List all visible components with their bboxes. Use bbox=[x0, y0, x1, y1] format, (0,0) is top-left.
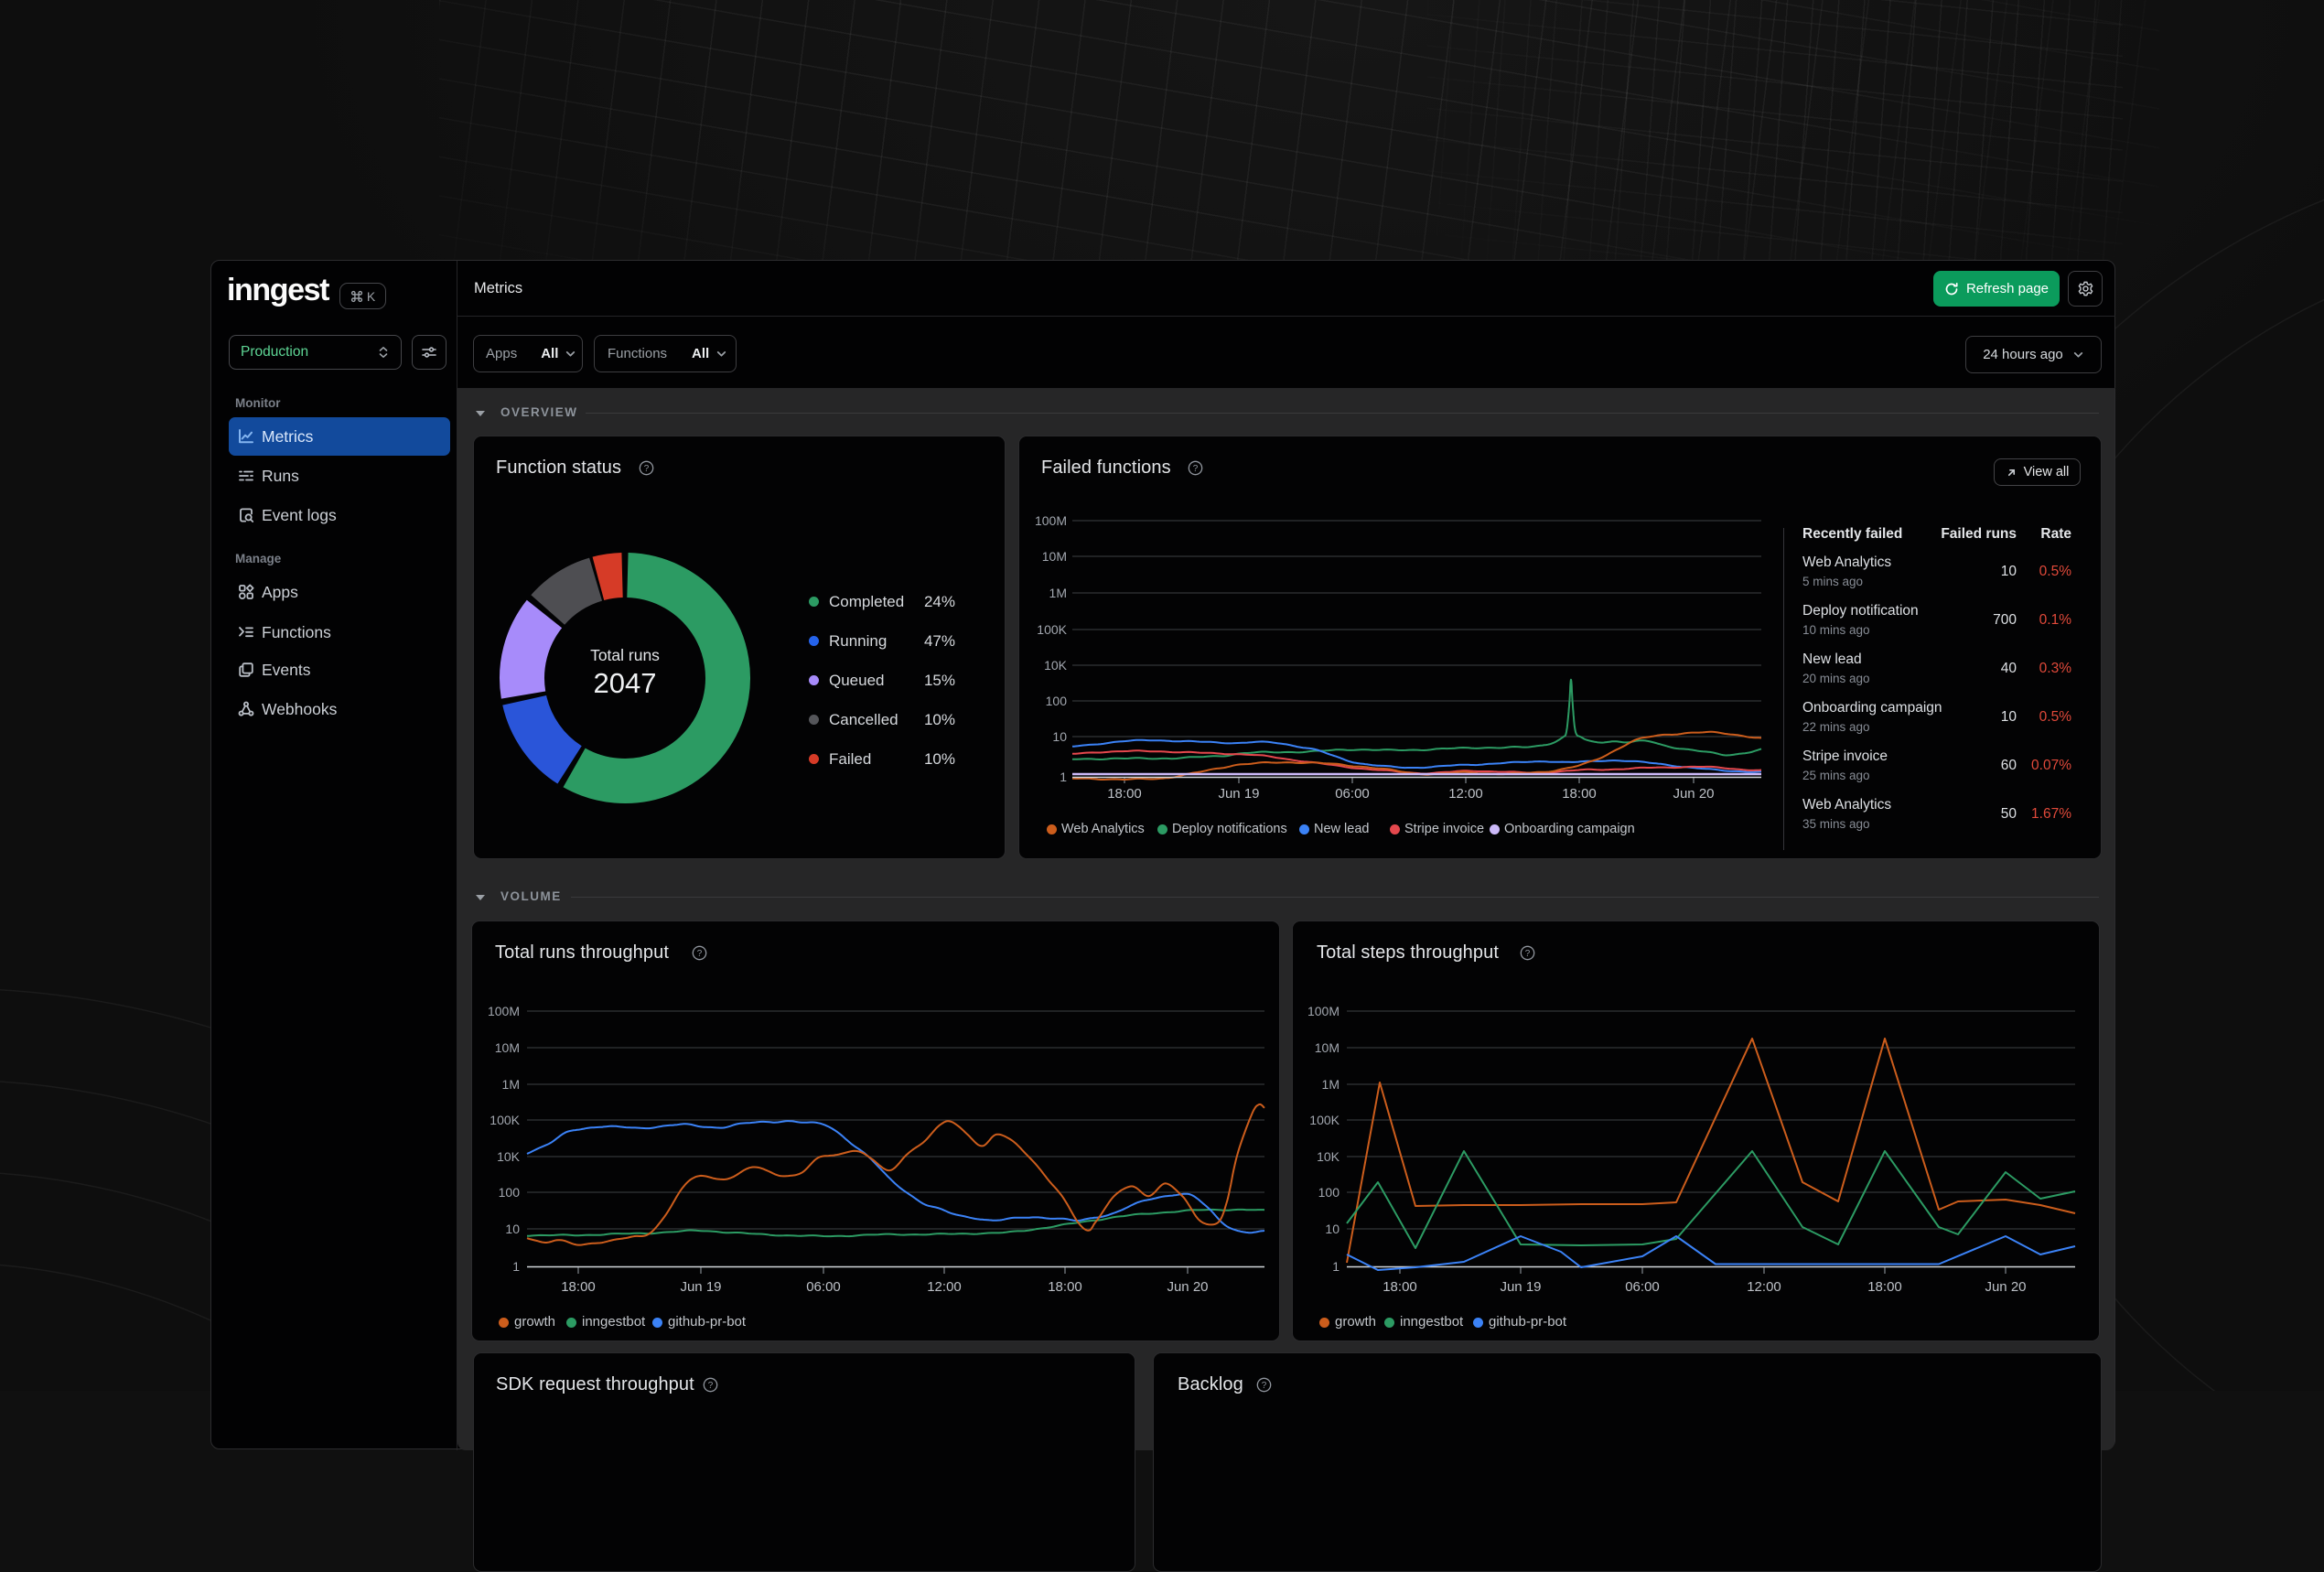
svg-text:?: ? bbox=[708, 1381, 714, 1391]
svg-text:?: ? bbox=[697, 949, 703, 959]
svg-text:2047: 2047 bbox=[594, 667, 657, 699]
svg-text:?: ? bbox=[1193, 464, 1199, 474]
svg-text:?: ? bbox=[1262, 1381, 1267, 1391]
svg-text:Total runs: Total runs bbox=[590, 646, 660, 664]
svg-text:?: ? bbox=[1525, 949, 1531, 959]
svg-text:?: ? bbox=[644, 464, 650, 474]
